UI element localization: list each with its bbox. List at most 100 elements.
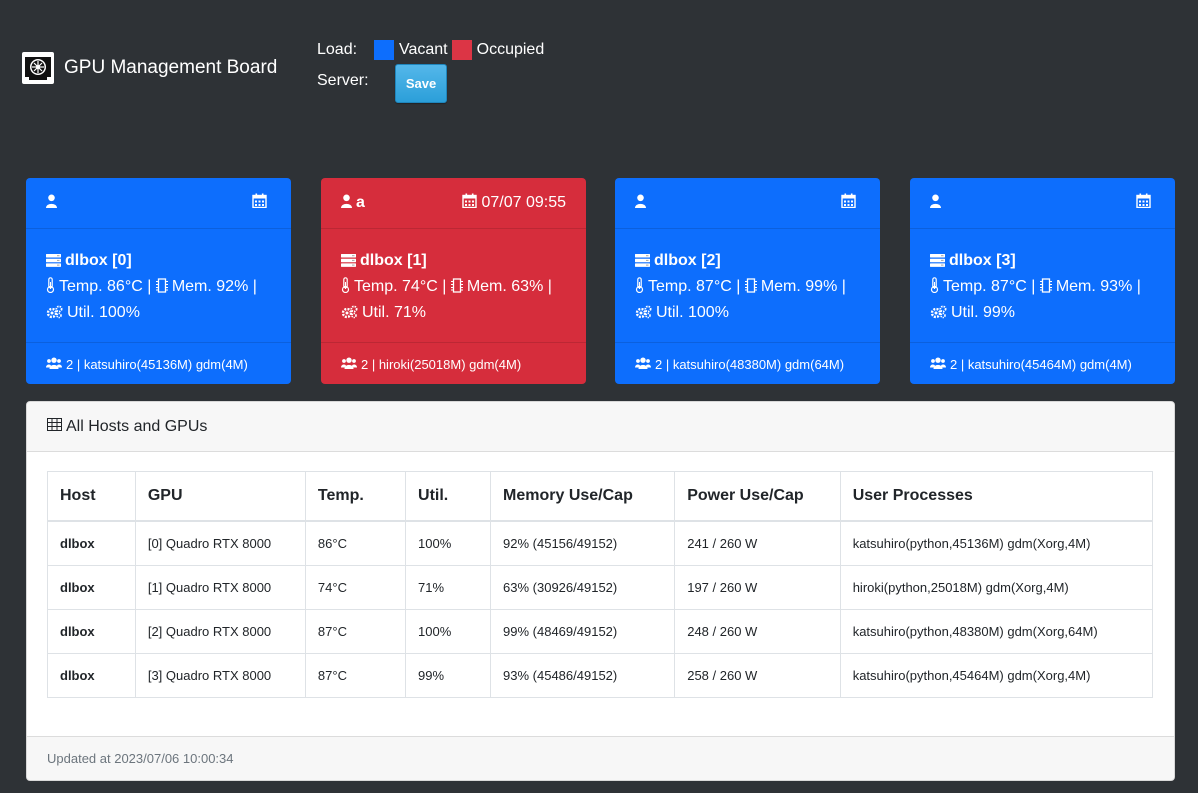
cell-user-processes: katsuhiro(python,48380M) gdm(Xorg,64M)	[839, 609, 1154, 654]
cell-gpu: [1] Quadro RTX 8000	[134, 565, 306, 610]
gpu-card[interactable]: a 07/07 09:55 dlbox [1] Temp. 74°C | Mem. 6…	[321, 178, 586, 384]
panel-title: All Hosts and GPUs	[66, 417, 208, 435]
card-processes: 2 | katsuhiro(45136M) gdm(4M)	[66, 357, 248, 372]
cell-gpu: [0] Quadro RTX 8000	[134, 520, 306, 566]
column-header-gpu: GPU	[134, 471, 306, 522]
cell-user-processes: katsuhiro(python,45136M) gdm(Xorg,4M)	[839, 520, 1154, 566]
thermometer-icon	[930, 277, 939, 301]
cell-temp: 87°C	[304, 653, 407, 698]
cell-memory: 63% (30926/49152)	[490, 565, 676, 610]
card-footer: 2 | katsuhiro(45464M) gdm(4M)	[910, 342, 1175, 384]
app-title: GPU Management Board	[64, 57, 278, 78]
cell-util: 100%	[405, 520, 492, 566]
cell-temp: 87°C	[304, 609, 407, 654]
table-row: dlbox [3] Quadro RTX 8000 87°C 99% 93% (4548…	[47, 653, 1154, 698]
card-mem: Mem. 92% |	[171, 278, 257, 295]
table-row: dlbox [2] Quadro RTX 8000 87°C 100% 99% (484…	[47, 609, 1154, 654]
column-header-user-processes: User Processes	[839, 471, 1154, 522]
card-host: dlbox [0]	[65, 252, 132, 269]
server-label: Server:	[317, 72, 369, 89]
calendar-icon[interactable]	[841, 193, 856, 213]
cogs-icon	[341, 303, 358, 327]
card-body: dlbox [0] Temp. 86°C | Mem. 92% | Util. 10…	[26, 229, 291, 342]
cell-gpu: [3] Quadro RTX 8000	[134, 653, 306, 698]
user-icon	[341, 194, 352, 213]
column-header-power: Power Use/Cap	[674, 471, 841, 522]
table-row: dlbox [0] Quadro RTX 8000 86°C 100% 92% (451…	[47, 520, 1154, 566]
card-processes: 2 | katsuhiro(45464M) gdm(4M)	[950, 357, 1132, 372]
gpu-table: Host GPU Temp. Util. Memory Use/Cap Power Use…	[47, 471, 1154, 698]
cell-power: 258 / 260 W	[674, 653, 841, 698]
cell-host: dlbox	[47, 653, 136, 698]
card-util: Util. 100%	[67, 304, 140, 321]
thermometer-icon	[635, 277, 644, 301]
card-header: a 07/07 09:55	[321, 178, 586, 229]
card-util: Util. 71%	[362, 304, 427, 321]
column-header-host: Host	[47, 471, 136, 522]
card-datetime: 07/07 09:55	[481, 194, 566, 211]
card-host: dlbox [3]	[949, 252, 1016, 269]
gpu-card[interactable]: dlbox [3] Temp. 87°C | Mem. 93% | Util. 99…	[910, 178, 1175, 384]
card-mem: Mem. 63% |	[466, 278, 552, 295]
cell-util: 100%	[405, 609, 492, 654]
gpu-card[interactable]: dlbox [2] Temp. 87°C | Mem. 99% | Util. 10…	[615, 178, 880, 384]
vacant-label: Vacant	[399, 41, 448, 58]
card-temp: Temp. 87°C |	[943, 278, 1036, 295]
card-processes: 2 | hiroki(25018M) gdm(4M)	[361, 357, 522, 372]
card-header	[26, 178, 291, 229]
updated-footer: Updated at 2023/07/06 10:00:34	[27, 736, 1174, 780]
brand: GPU Management Board	[22, 52, 277, 84]
thermometer-icon	[46, 277, 55, 301]
load-legend: Load: Vacant Occupied	[317, 38, 544, 62]
table-row: dlbox [1] Quadro RTX 8000 74°C 71% 63% (3092…	[47, 565, 1154, 610]
load-label: Load:	[317, 41, 358, 58]
cell-host: dlbox	[47, 565, 136, 610]
server-icon	[930, 251, 945, 275]
server-icon	[341, 251, 356, 275]
save-button[interactable]: Save	[395, 64, 447, 103]
cogs-icon	[46, 303, 63, 327]
cell-util: 99%	[405, 653, 492, 698]
users-icon	[341, 357, 357, 372]
card-body: dlbox [3] Temp. 87°C | Mem. 93% | Util. 99…	[910, 229, 1175, 342]
user-icon	[930, 194, 941, 213]
user-icon	[46, 194, 57, 213]
cell-power: 248 / 260 W	[674, 609, 841, 654]
cell-power: 197 / 260 W	[674, 565, 841, 610]
cell-host: dlbox	[47, 609, 136, 654]
memory-icon	[1039, 277, 1052, 301]
cell-memory: 93% (45486/49152)	[490, 653, 676, 698]
card-temp: Temp. 74°C |	[354, 278, 447, 295]
cell-user-processes: hiroki(python,25018M) gdm(Xorg,4M)	[839, 565, 1154, 610]
cell-util: 71%	[405, 565, 492, 610]
card-mem: Mem. 99% |	[760, 278, 846, 295]
occupied-swatch	[451, 40, 472, 60]
card-footer: 2 | katsuhiro(45136M) gdm(4M)	[26, 342, 291, 384]
vacant-swatch	[374, 40, 394, 60]
cell-gpu: [2] Quadro RTX 8000	[134, 609, 306, 654]
column-header-temp: Temp.	[304, 471, 407, 522]
memory-icon	[155, 277, 168, 301]
server-icon	[46, 251, 61, 275]
cell-memory: 92% (45156/49152)	[490, 520, 676, 566]
card-body: dlbox [1] Temp. 74°C | Mem. 63% | Util. 71…	[321, 229, 586, 342]
card-user: a	[356, 194, 365, 211]
gpu-card[interactable]: dlbox [0] Temp. 86°C | Mem. 92% | Util. 10…	[26, 178, 291, 384]
all-hosts-panel: All Hosts and GPUs Host GPU Temp. Util. Memo…	[26, 401, 1175, 781]
gpu-card-logo-icon	[22, 52, 54, 84]
card-footer: 2 | katsuhiro(48380M) gdm(64M)	[615, 342, 880, 384]
calendar-icon[interactable]	[462, 193, 478, 213]
cell-memory: 99% (48469/49152)	[490, 609, 676, 654]
card-header	[615, 178, 880, 229]
calendar-icon[interactable]	[252, 193, 267, 213]
card-temp: Temp. 87°C |	[648, 278, 741, 295]
card-util: Util. 100%	[656, 304, 729, 321]
panel-header: All Hosts and GPUs	[27, 402, 1174, 452]
card-temp: Temp. 86°C |	[59, 278, 152, 295]
calendar-icon[interactable]	[1136, 193, 1151, 213]
column-header-memory: Memory Use/Cap	[490, 471, 676, 522]
users-icon	[930, 357, 946, 372]
server-icon	[635, 251, 650, 275]
card-header	[910, 178, 1175, 229]
cogs-icon	[930, 303, 947, 327]
